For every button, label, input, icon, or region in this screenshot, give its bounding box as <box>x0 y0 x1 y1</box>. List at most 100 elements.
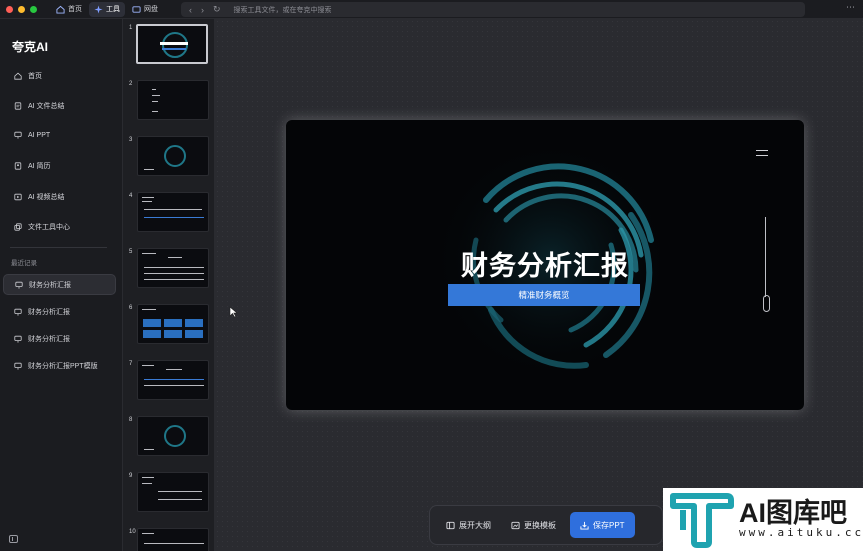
sidebar-item-label: AI 视频总结 <box>28 194 65 201</box>
thumbnail-text-mark <box>144 379 204 380</box>
thumbnail-text-mark <box>142 365 154 366</box>
menu-icon[interactable] <box>756 150 768 160</box>
swirl-graphic <box>164 425 186 447</box>
download-icon <box>580 521 589 530</box>
tab-home[interactable]: 首页 <box>51 2 87 17</box>
thumbnail-text-mark <box>152 95 160 96</box>
recent-label: 最近记录 <box>11 260 37 267</box>
thumbnail-bar-mark <box>162 48 186 50</box>
thumbnail-text-mark <box>152 101 158 102</box>
thumbnail-text-mark <box>144 267 204 268</box>
tab-cloud-drive[interactable]: 网盘 <box>127 2 163 17</box>
tab-tools[interactable]: 工具 <box>89 1 125 17</box>
sidebar-divider <box>10 247 107 248</box>
thumbnail-text-mark <box>144 385 204 386</box>
collapse-sidebar-icon[interactable] <box>9 535 18 543</box>
expand-outline-button[interactable]: 展开大纲 <box>446 520 491 531</box>
thumbnail-text-mark <box>142 197 154 198</box>
recent-item[interactable]: 财务分析汇报PPT模版 <box>3 355 116 376</box>
thumbnail-number: 4 <box>129 193 133 199</box>
slide-preview[interactable]: 财务分析汇报 精准财务概览 <box>286 120 804 410</box>
sidebar-item-home[interactable]: 首页 <box>14 71 42 81</box>
home-icon <box>56 5 65 14</box>
forward-icon[interactable]: › <box>201 5 204 15</box>
save-ppt-label: 保存PPT <box>593 520 625 530</box>
thumbnail-text-mark <box>144 543 204 544</box>
ppt-icon <box>14 308 22 316</box>
thumbnail-number: 6 <box>129 305 133 311</box>
recent-item-label: 财务分析汇报PPT模版 <box>28 362 98 370</box>
more-icon[interactable]: ⋯ <box>846 2 855 13</box>
thumbnail-text-mark <box>152 111 158 112</box>
expand-outline-label: 展开大纲 <box>459 520 491 530</box>
back-icon[interactable]: ‹ <box>189 5 192 15</box>
recent-item[interactable]: 财务分析汇报 <box>3 328 116 349</box>
slide-scroll-knob[interactable] <box>763 295 770 312</box>
slide-thumbnail-2[interactable] <box>137 80 209 120</box>
address-bar[interactable]: ‹ › ↻ 搜索工具文件，或在夸克中搜索 <box>181 2 805 17</box>
save-ppt-button[interactable]: 保存PPT <box>570 512 635 538</box>
search-input[interactable]: 搜索工具文件，或在夸克中搜索 <box>234 5 332 15</box>
thumbnail-text-mark <box>144 217 204 218</box>
recent-item[interactable]: 财务分析汇报 <box>3 274 116 295</box>
sidebar-item-label: 文件工具中心 <box>28 224 70 231</box>
thumbnail-text-mark <box>142 201 152 202</box>
sidebar-item-file-tools[interactable]: 文件工具中心 <box>14 222 70 232</box>
tab-cloud-drive-label: 网盘 <box>144 6 158 13</box>
thumbnail-text-mark <box>158 499 202 500</box>
swirl-graphic <box>164 145 186 167</box>
thumbnail-text-mark <box>144 209 202 210</box>
maximize-window-button[interactable] <box>30 5 37 13</box>
minimize-window-button[interactable] <box>18 5 25 13</box>
watermark-url: www.aituku.cc <box>739 526 863 539</box>
slide-thumbnail-10[interactable] <box>137 528 209 551</box>
sidebar-item-video-summary[interactable]: AI 视频总结 <box>14 192 65 202</box>
thumbnail-text-mark <box>144 273 204 274</box>
thumbnail-text-mark <box>142 477 154 478</box>
slide-subtitle-bar: 精准财务概览 <box>448 284 640 306</box>
thumbnail-number: 10 <box>129 529 136 535</box>
mouse-cursor-icon <box>229 306 238 318</box>
slide-scroll-rail <box>765 217 766 297</box>
sidebar-item-ai-resume[interactable]: AI 简历 <box>14 161 51 171</box>
ppt-icon <box>14 335 22 343</box>
thumbnail-text-mark <box>142 253 156 254</box>
thumbnail-image-mark <box>143 319 161 327</box>
home-icon <box>14 72 22 80</box>
sidebar-item-label: AI 简历 <box>28 163 51 170</box>
watermark-text: AI图库吧 <box>739 498 847 528</box>
thumbnail-text-mark <box>166 369 182 370</box>
change-template-label: 更换模板 <box>524 520 556 530</box>
slide-thumbnail-8[interactable] <box>137 416 209 456</box>
recent-item-label: 财务分析汇报 <box>28 335 70 343</box>
thumbnail-text-mark <box>144 169 154 170</box>
thumbnail-text-mark <box>152 89 156 90</box>
slide-thumbnail-9[interactable] <box>137 472 209 512</box>
file-tools-icon <box>14 223 22 231</box>
thumbnail-number: 2 <box>129 81 133 87</box>
close-window-button[interactable] <box>6 5 13 13</box>
window-controls <box>6 5 37 13</box>
thumbnail-number: 8 <box>129 417 133 423</box>
cloud-drive-icon <box>132 5 141 13</box>
sidebar-item-ai-ppt[interactable]: AI PPT <box>14 131 50 139</box>
slide-thumbnail-1[interactable] <box>136 24 208 64</box>
sidebar-item-file-summary[interactable]: AI 文件总结 <box>14 101 65 111</box>
thumbnail-text-mark <box>144 279 204 280</box>
thumbnail-text-mark <box>142 533 154 534</box>
thumbnail-number: 7 <box>129 361 133 367</box>
slide-thumbnail-7[interactable] <box>137 360 209 400</box>
refresh-icon[interactable]: ↻ <box>213 4 221 15</box>
file-summary-icon <box>14 102 22 110</box>
thumbnail-text-mark <box>144 449 154 450</box>
change-template-button[interactable]: 更换模板 <box>511 520 556 531</box>
video-summary-icon <box>14 193 22 201</box>
slide-thumbnail-4[interactable] <box>137 192 209 232</box>
bottom-toolbar: 展开大纲 更换模板 保存PPT <box>429 505 663 545</box>
slide-thumbnail-6[interactable] <box>137 304 209 344</box>
brand-title: 夸克AI <box>12 40 49 54</box>
recent-item[interactable]: 财务分析汇报 <box>3 301 116 322</box>
ppt-icon <box>15 281 23 289</box>
slide-thumbnail-3[interactable] <box>137 136 209 176</box>
slide-thumbnail-5[interactable] <box>137 248 209 288</box>
